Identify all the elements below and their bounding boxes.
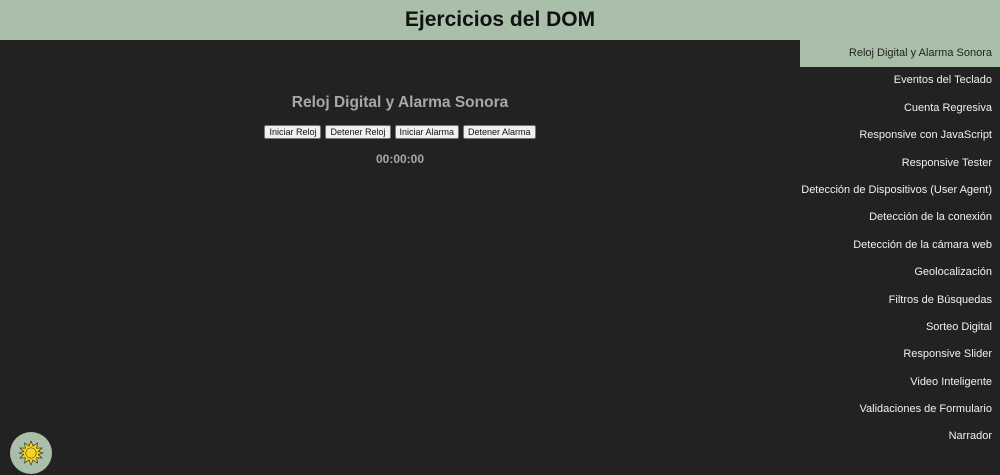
clock-display: 00:00:00	[375, 152, 425, 166]
section-title: Reloj Digital y Alarma Sonora	[291, 94, 509, 111]
menu-item-responsive-tester[interactable]: Responsive Tester	[800, 150, 1000, 177]
page-header: Ejercicios del DOM	[0, 0, 1000, 40]
menu-item-sorteo[interactable]: Sorteo Digital	[800, 314, 1000, 341]
menu-item-geolocalizacion[interactable]: Geolocalización	[800, 259, 1000, 286]
page-title: Ejercicios del DOM	[404, 8, 596, 31]
stop-alarm-button[interactable]: Detener Alarma	[463, 125, 536, 139]
sun-icon	[18, 440, 44, 466]
start-alarm-button[interactable]: Iniciar Alarma	[394, 125, 460, 139]
side-menu: Reloj Digital y Alarma Sonora Eventos de…	[800, 40, 1000, 451]
menu-item-reloj[interactable]: Reloj Digital y Alarma Sonora	[800, 40, 1000, 68]
menu-item-user-agent[interactable]: Detección de Dispositivos (User Agent)	[800, 177, 1000, 204]
stop-clock-button[interactable]: Detener Reloj	[325, 125, 391, 139]
menu-item-video[interactable]: Video Inteligente	[800, 369, 1000, 396]
menu-item-slider[interactable]: Responsive Slider	[800, 341, 1000, 368]
menu-item-eventos-teclado[interactable]: Eventos del Teclado	[800, 67, 1000, 94]
menu-item-validaciones[interactable]: Validaciones de Formulario	[800, 396, 1000, 423]
clock-controls: Iniciar Reloj Detener Reloj Iniciar Alar…	[0, 125, 800, 139]
menu-item-responsive-js[interactable]: Responsive con JavaScript	[800, 122, 1000, 149]
start-clock-button[interactable]: Iniciar Reloj	[264, 125, 322, 139]
menu-item-narrador[interactable]: Narrador	[800, 423, 1000, 450]
menu-item-conexion[interactable]: Detección de la conexión	[800, 204, 1000, 231]
menu-item-cuenta-regresiva[interactable]: Cuenta Regresiva	[800, 95, 1000, 122]
theme-toggle-button[interactable]	[10, 432, 52, 474]
menu-item-filtros[interactable]: Filtros de Búsquedas	[800, 287, 1000, 314]
menu-item-camara[interactable]: Detección de la cámara web	[800, 232, 1000, 259]
